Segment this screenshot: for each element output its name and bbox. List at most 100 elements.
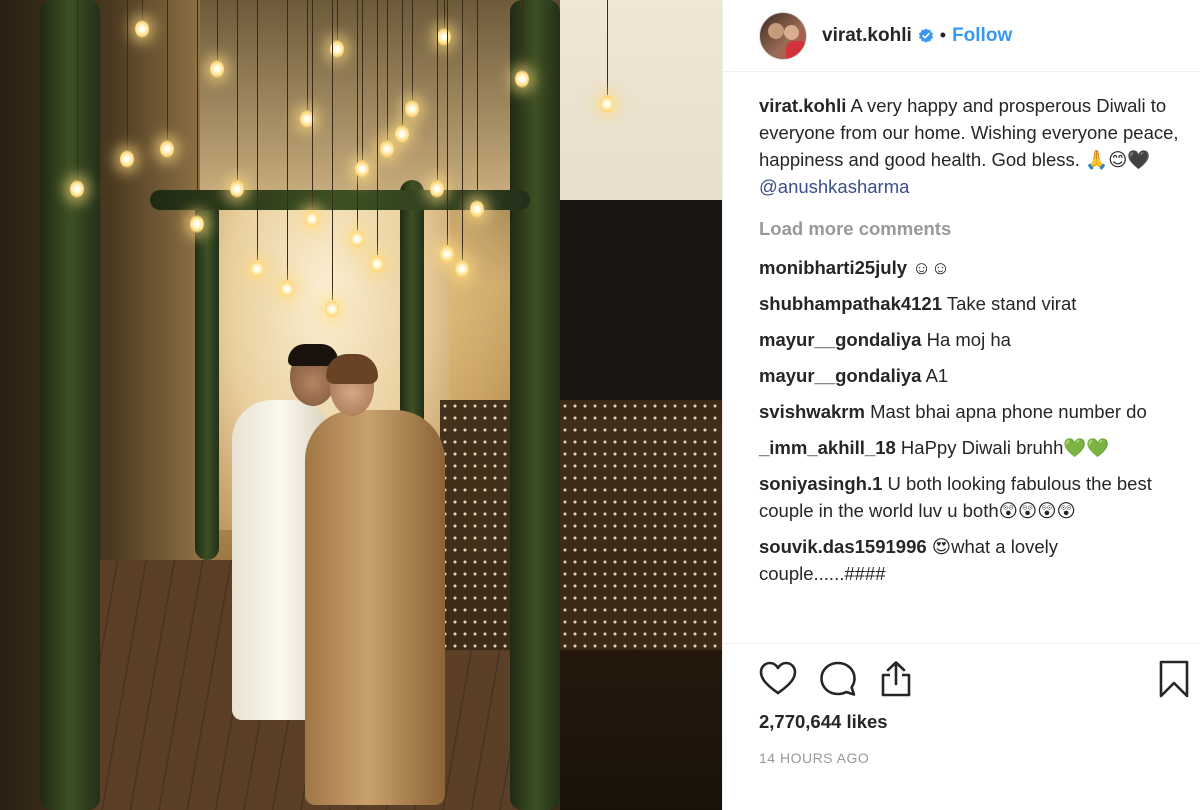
photo-light-bulb <box>430 180 444 198</box>
photo-bulb-wire <box>257 0 258 260</box>
bookmark-icon[interactable] <box>1153 658 1195 700</box>
comment-text: HaPpy Diwali bruhh💚💚 <box>900 437 1110 458</box>
photo-bulb-wire <box>444 0 445 28</box>
photo-bulb-wire <box>307 0 308 110</box>
comment-username[interactable]: mayur__gondaliya <box>759 329 921 350</box>
photo-bulb-wire <box>607 0 608 95</box>
post-timestamp[interactable]: 14 HOURS AGO <box>759 750 869 766</box>
photo-bulb-wire <box>447 0 448 245</box>
photo-light-bulb <box>70 180 84 198</box>
comment-username[interactable]: shubhampathak4121 <box>759 293 942 314</box>
photo-bulb-wire <box>387 0 388 140</box>
photo-bulb-wire <box>237 0 238 180</box>
photo-bulb-wire <box>287 0 288 280</box>
load-more-comments-button[interactable]: Load more comments <box>759 218 1179 240</box>
photo-light-bulb <box>405 100 419 118</box>
photo-bulb-wire <box>377 0 378 255</box>
photo-light-bulb <box>355 160 369 178</box>
photo-light-bulb <box>120 150 134 168</box>
photo-fairy-light-railing <box>440 400 722 650</box>
comment-text: Take stand virat <box>946 293 1077 314</box>
follow-button[interactable]: Follow <box>952 25 1012 47</box>
photo-bulb-wire <box>332 0 333 300</box>
photo-light-bulb <box>470 200 484 218</box>
photo-vine <box>510 0 560 810</box>
photo-light-bulb <box>440 245 454 263</box>
photo-woman <box>305 410 445 805</box>
photo-bulb-wire <box>77 0 78 180</box>
post-header: virat.kohli • Follow <box>723 0 1200 72</box>
photo-bulb-wire <box>412 0 413 100</box>
comment-text: Mast bhai apna phone number do <box>870 401 1147 422</box>
comment-item: mayur__gondaliya A1 <box>759 362 1179 389</box>
caption: virat.kohli A very happy and prosperous … <box>759 92 1179 200</box>
photo-light-bulb <box>455 260 469 278</box>
comment-item: soniyasingh.1 U both looking fabulous th… <box>759 470 1179 524</box>
comment-username[interactable]: mayur__gondaliya <box>759 365 921 386</box>
photo-bulb-wire <box>437 0 438 180</box>
avatar[interactable] <box>759 11 807 60</box>
photo-light-bulb <box>350 230 364 248</box>
caption-mention-link[interactable]: @anushkasharma <box>759 176 909 197</box>
photo-bulb-wire <box>167 0 168 140</box>
comment-bubble-icon[interactable] <box>817 658 859 700</box>
comment-username[interactable]: soniyasingh.1 <box>759 473 882 494</box>
photo-light-bulb <box>305 210 319 228</box>
comment-item: souvik.das1591996 😍what a lovely couple.… <box>759 533 1179 587</box>
verified-badge-icon <box>918 28 933 43</box>
actions-bar: 2,770,644 likes 14 HOURS AGO <box>723 643 1200 810</box>
comment-username[interactable]: monibharti25july <box>759 257 907 278</box>
caption-username[interactable]: virat.kohli <box>759 95 846 116</box>
photo-light-bulb <box>395 125 409 143</box>
comment-list: monibharti25july ☺☺ shubhampathak4121 Ta… <box>759 254 1179 587</box>
comments-section: virat.kohli A very happy and prosperous … <box>759 92 1179 587</box>
heart-icon[interactable] <box>757 658 799 700</box>
photo-bulb-wire <box>337 0 338 40</box>
photo-light-bulb <box>210 60 224 78</box>
photo-light-bulb <box>135 20 149 38</box>
post-photo[interactable] <box>0 0 722 810</box>
photo-light-bulb <box>160 140 174 158</box>
comment-username[interactable]: souvik.das1591996 <box>759 536 927 557</box>
photo-bulb-wire <box>217 0 218 60</box>
comment-text: ☺☺ <box>912 257 950 278</box>
header-separator: • <box>939 25 947 45</box>
photo-vine <box>195 200 219 560</box>
photo-bulb-wire <box>362 0 363 160</box>
comment-item: monibharti25july ☺☺ <box>759 254 1179 281</box>
photo-bulb-wire <box>312 0 313 210</box>
photo-night-window <box>560 200 722 420</box>
comment-item: mayur__gondaliya Ha moj ha <box>759 326 1179 353</box>
photo-bulb-wire <box>522 0 523 70</box>
photo-light-bulb <box>600 95 614 113</box>
comment-username[interactable]: _imm_akhill_18 <box>759 437 896 458</box>
post-side-panel: virat.kohli • Follow virat.kohli A very … <box>722 0 1200 810</box>
photo-vine <box>40 0 100 810</box>
post-username[interactable]: virat.kohli <box>822 25 912 47</box>
photo-bulb-wire <box>477 0 478 200</box>
share-icon[interactable] <box>875 658 917 700</box>
photo-light-bulb <box>380 140 394 158</box>
comment-item: shubhampathak4121 Take stand virat <box>759 290 1179 317</box>
photo-light-bulb <box>250 260 264 278</box>
likes-count[interactable]: 2,770,644 likes <box>759 711 888 733</box>
caption-emojis: 🙏😊🖤 <box>1085 149 1151 170</box>
photo-light-bulb <box>280 280 294 298</box>
photo-bulb-wire <box>197 0 198 215</box>
photo-light-bulb <box>515 70 529 88</box>
photo-bulb-wire <box>127 0 128 150</box>
photo-bulb-wire <box>462 0 463 260</box>
comment-username[interactable]: svishwakrm <box>759 401 865 422</box>
comment-text: Ha moj ha <box>926 329 1011 350</box>
photo-bulb-wire <box>402 0 403 125</box>
photo-light-bulb <box>230 180 244 198</box>
photo-ceiling <box>150 0 550 210</box>
photo-light-bulb <box>437 28 451 46</box>
photo-bulb-wire <box>357 0 358 230</box>
photo-woman-hair <box>326 354 378 384</box>
photo-light-bulb <box>325 300 339 318</box>
comment-item: svishwakrm Mast bhai apna phone number d… <box>759 398 1179 425</box>
comment-text: A1 <box>925 365 949 386</box>
comment-item: _imm_akhill_18 HaPpy Diwali bruhh💚💚 <box>759 434 1179 461</box>
photo-bulb-wire <box>142 0 143 20</box>
